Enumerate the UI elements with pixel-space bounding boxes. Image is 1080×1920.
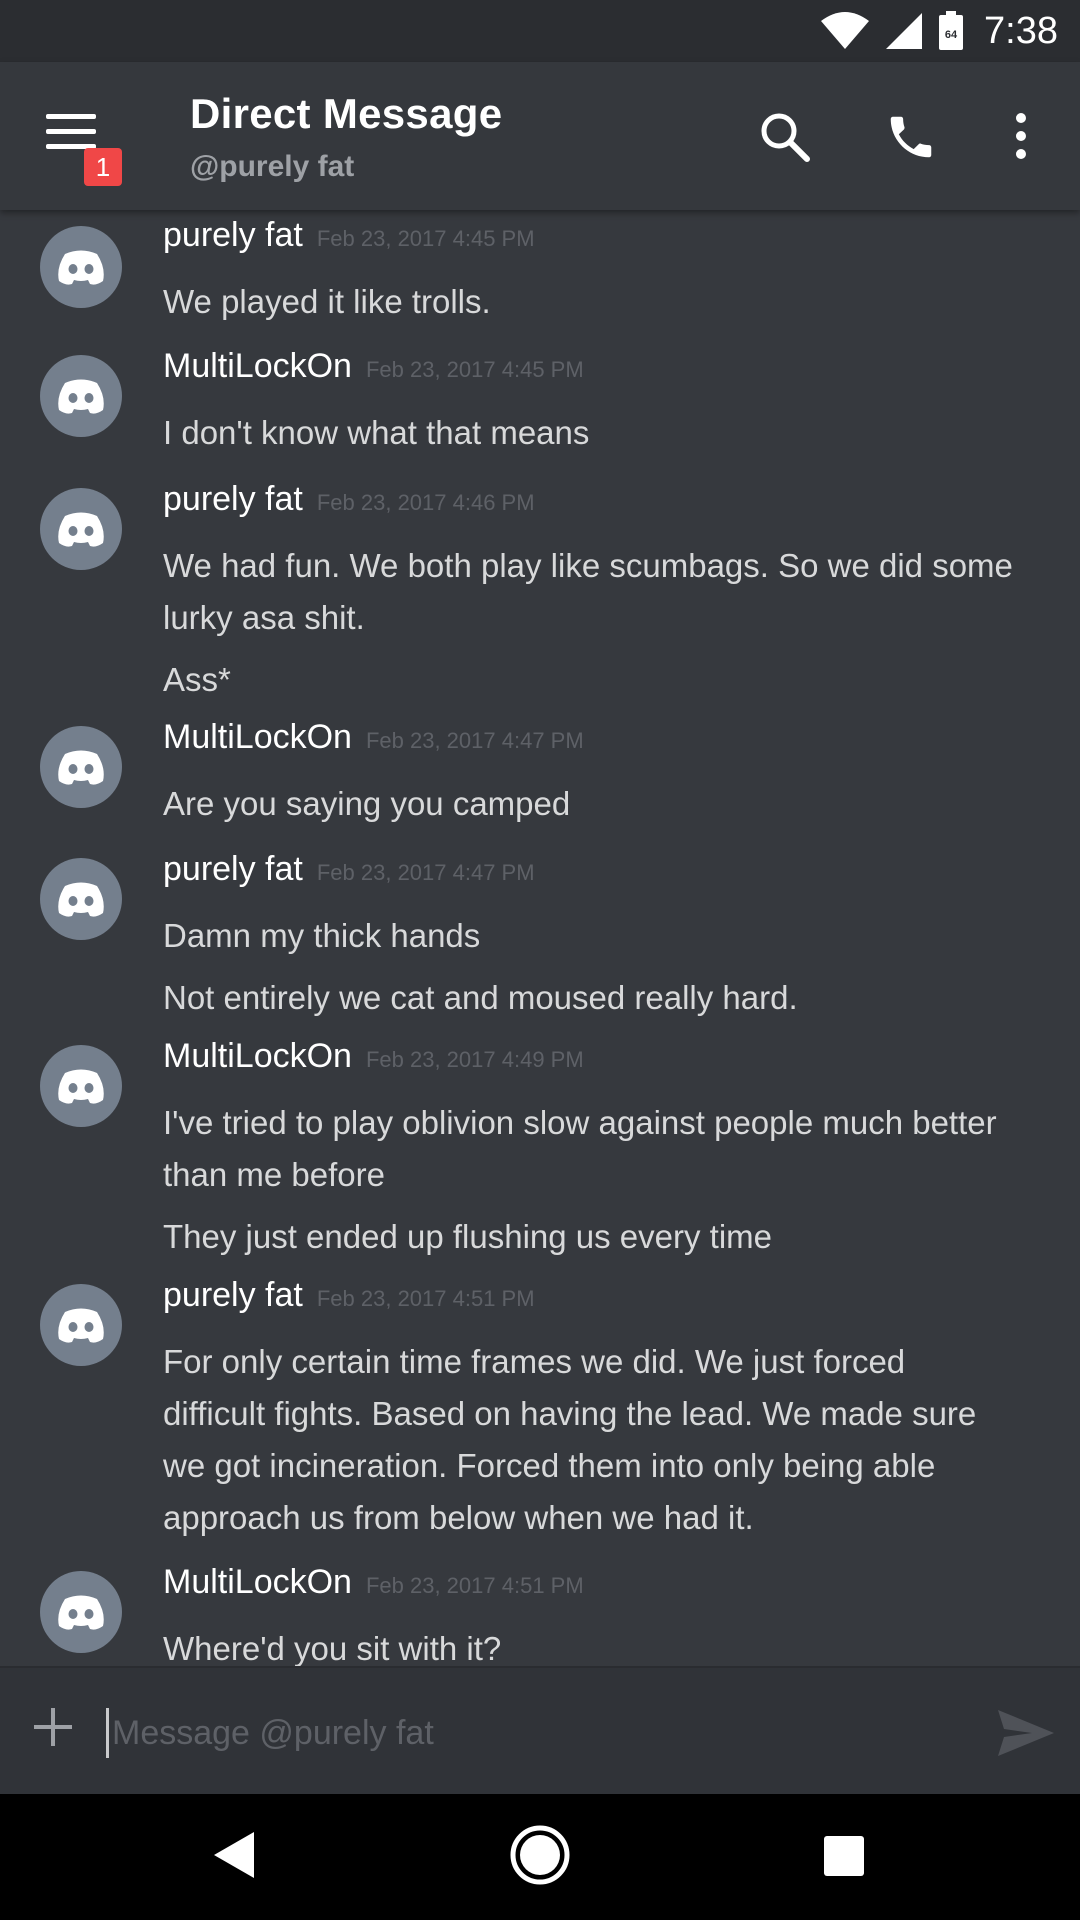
plus-icon xyxy=(34,1708,72,1746)
avatar[interactable] xyxy=(40,355,122,437)
message-text: lurky asa shit. xyxy=(163,599,365,636)
message-text: We played it like trolls. xyxy=(163,283,491,320)
message-header: MultiLockOn Feb 23, 2017 4:51 PM xyxy=(163,1563,584,1602)
avatar[interactable] xyxy=(40,1571,122,1653)
message-composer xyxy=(0,1666,1080,1794)
message-text: we got incineration. Forced them into on… xyxy=(163,1447,936,1484)
back-button[interactable] xyxy=(212,1830,256,1885)
message-text: We had fun. We both play like scumbags. … xyxy=(163,547,1013,584)
message-timestamp: Feb 23, 2017 4:46 PM xyxy=(316,490,535,515)
search-icon xyxy=(761,113,810,162)
discord-logo-icon xyxy=(58,882,104,917)
message-header: MultiLockOn Feb 23, 2017 4:45 PM xyxy=(163,347,584,386)
message-timestamp: Feb 23, 2017 4:51 PM xyxy=(365,1573,584,1598)
message-timestamp: Feb 23, 2017 4:49 PM xyxy=(365,1047,584,1072)
recents-button[interactable] xyxy=(824,1836,864,1881)
home-icon xyxy=(510,1825,570,1885)
message-timestamp: Feb 23, 2017 4:51 PM xyxy=(316,1286,535,1311)
battery-level: 64 xyxy=(945,29,958,41)
avatar[interactable] xyxy=(40,858,122,940)
author-name[interactable]: purely fat xyxy=(163,216,303,254)
avatar[interactable] xyxy=(40,488,122,570)
search-button[interactable] xyxy=(758,110,812,169)
more-vert-icon xyxy=(1016,113,1026,159)
message-list[interactable]: purely fat Feb 23, 2017 4:45 PM We played… xyxy=(0,210,1080,1666)
message-timestamp: Feb 23, 2017 4:45 PM xyxy=(316,226,535,251)
message-text: Ass* xyxy=(163,661,231,698)
message-timestamp: Feb 23, 2017 4:45 PM xyxy=(365,357,584,382)
message-text: Where'd you sit with it? xyxy=(163,1630,502,1666)
author-name[interactable]: MultiLockOn xyxy=(163,718,352,756)
author-name[interactable]: purely fat xyxy=(163,850,303,888)
message-header: purely fat Feb 23, 2017 4:51 PM xyxy=(163,1276,535,1315)
recipient-username: @purely fat xyxy=(190,150,355,183)
call-button[interactable] xyxy=(884,110,938,169)
message-text: Are you saying you camped xyxy=(163,785,571,822)
notification-badge: 1 xyxy=(84,148,122,186)
discord-logo-icon xyxy=(58,1595,104,1630)
text-cursor xyxy=(106,1708,109,1758)
discord-logo-icon xyxy=(58,379,104,414)
message-header: MultiLockOn Feb 23, 2017 4:47 PM xyxy=(163,718,584,757)
author-name[interactable]: MultiLockOn xyxy=(163,347,352,385)
author-name[interactable]: purely fat xyxy=(163,480,303,518)
phone-icon xyxy=(890,116,932,158)
discord-logo-icon xyxy=(58,512,104,547)
send-button[interactable] xyxy=(996,1708,1056,1763)
message-text: I don't know what that means xyxy=(163,414,590,451)
message-text: For only certain time frames we did. We … xyxy=(163,1343,906,1380)
message-header: MultiLockOn Feb 23, 2017 4:49 PM xyxy=(163,1037,584,1076)
back-icon xyxy=(214,1832,254,1878)
avatar[interactable] xyxy=(40,726,122,808)
discord-logo-icon xyxy=(58,1069,104,1104)
add-attachment-button[interactable] xyxy=(32,1706,74,1753)
home-button[interactable] xyxy=(509,1824,571,1891)
status-bar: 64 7:38 xyxy=(0,0,1080,62)
status-time: 7:38 xyxy=(984,9,1058,52)
system-nav-bar xyxy=(0,1794,1080,1920)
signal-icon xyxy=(886,13,923,49)
message-header: purely fat Feb 23, 2017 4:47 PM xyxy=(163,850,535,889)
page-title: Direct Message xyxy=(190,90,503,137)
discord-logo-icon xyxy=(58,1308,104,1343)
author-name[interactable]: purely fat xyxy=(163,1276,303,1314)
message-input[interactable] xyxy=(112,1698,972,1768)
recents-icon xyxy=(824,1836,864,1876)
message-text: than me before xyxy=(163,1156,385,1193)
avatar[interactable] xyxy=(40,1284,122,1366)
avatar[interactable] xyxy=(40,226,122,308)
app-header: 1 Direct Message @purely fat xyxy=(0,62,1080,210)
message-text: difficult fights. Based on having the le… xyxy=(163,1395,977,1432)
message-timestamp: Feb 23, 2017 4:47 PM xyxy=(365,728,584,753)
wifi-icon xyxy=(821,12,870,49)
message-text: I've tried to play oblivion slow against… xyxy=(163,1104,997,1141)
message-text: Not entirely we cat and moused really ha… xyxy=(163,979,798,1016)
discord-logo-icon xyxy=(58,250,104,285)
author-name[interactable]: MultiLockOn xyxy=(163,1037,352,1075)
author-name[interactable]: MultiLockOn xyxy=(163,1563,352,1601)
more-options-button[interactable] xyxy=(1008,110,1034,169)
message-header: purely fat Feb 23, 2017 4:45 PM xyxy=(163,216,535,255)
send-icon xyxy=(998,1710,1054,1756)
message-text: Damn my thick hands xyxy=(163,917,481,954)
message-timestamp: Feb 23, 2017 4:47 PM xyxy=(316,860,535,885)
message-text: They just ended up flushing us every tim… xyxy=(163,1218,773,1255)
message-header: purely fat Feb 23, 2017 4:46 PM xyxy=(163,480,535,519)
discord-logo-icon xyxy=(58,750,104,785)
message-text: approach us from below when we had it. xyxy=(163,1499,754,1536)
avatar[interactable] xyxy=(40,1045,122,1127)
battery-icon: 64 xyxy=(939,11,964,50)
